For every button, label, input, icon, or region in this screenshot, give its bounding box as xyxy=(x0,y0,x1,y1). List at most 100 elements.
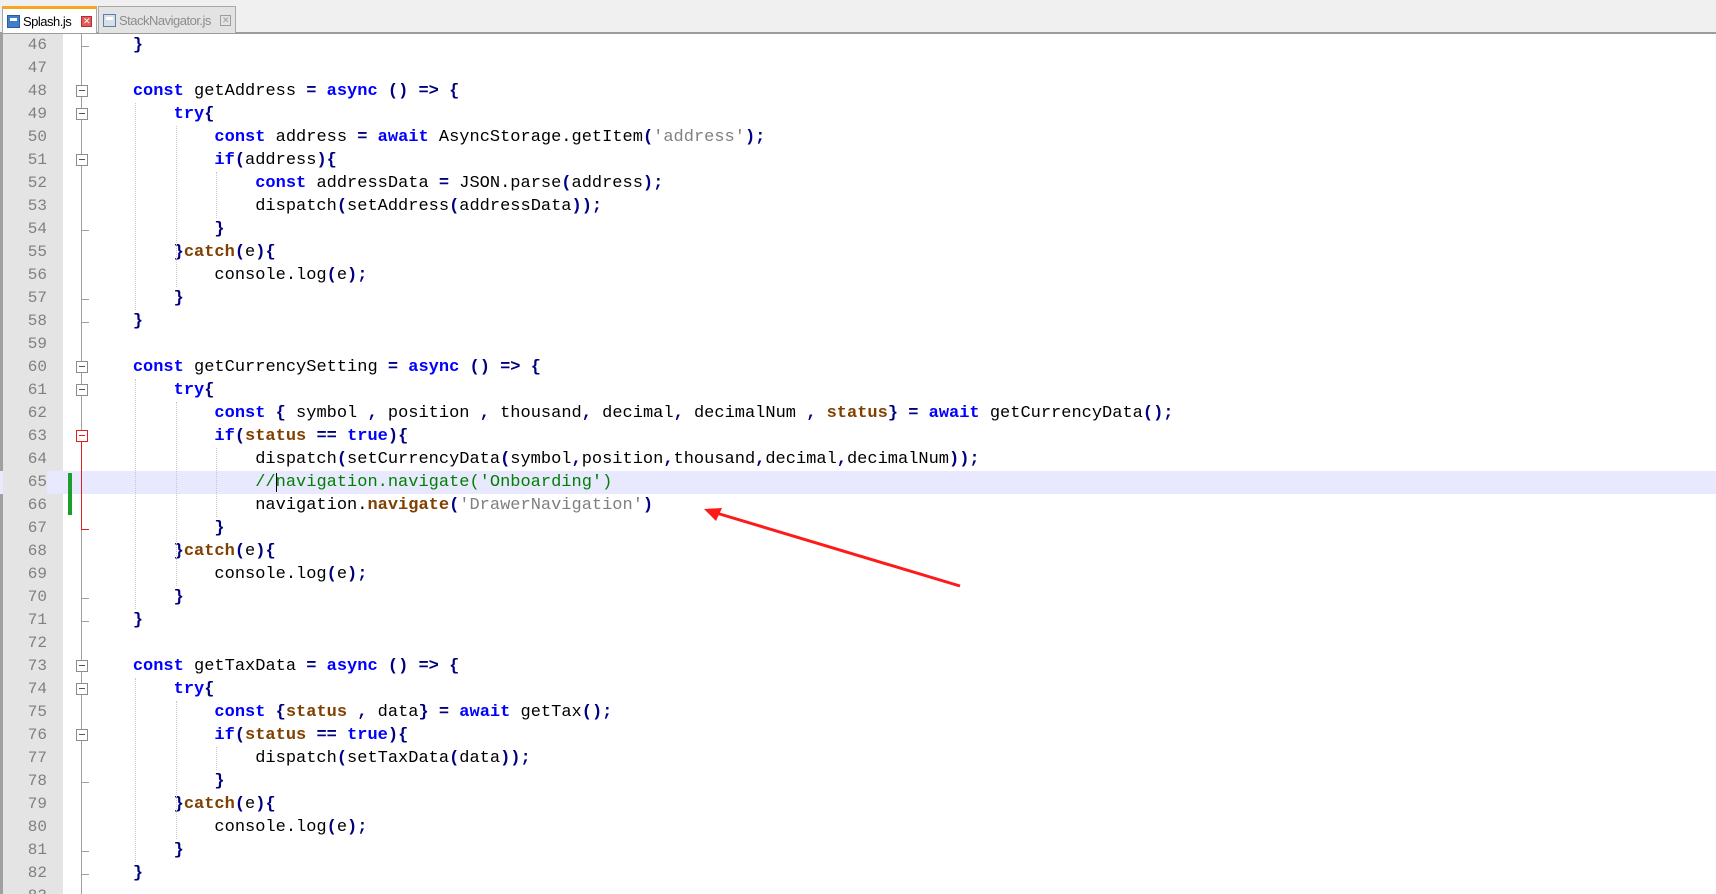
line-number: 54 xyxy=(27,220,47,238)
code-text[interactable]: const getTaxData = async () => { xyxy=(92,655,459,678)
fold-toggle-icon[interactable] xyxy=(76,430,88,442)
line-number: 77 xyxy=(27,749,47,767)
code-line[interactable]: 60 const getCurrencySetting = async () =… xyxy=(0,356,1716,379)
code-line[interactable]: 47 xyxy=(0,57,1716,80)
code-text[interactable]: console.log(e); xyxy=(92,816,367,839)
code-text[interactable]: console.log(e); xyxy=(92,264,367,287)
fold-toggle-icon[interactable] xyxy=(76,729,88,741)
code-text[interactable]: const getAddress = async () => { xyxy=(92,80,459,103)
code-line[interactable]: 49 try{ xyxy=(0,103,1716,126)
code-text[interactable]: if(address){ xyxy=(92,149,336,172)
code-text[interactable]: dispatch(setTaxData(data)); xyxy=(92,747,530,770)
code-text[interactable]: dispatch(setAddress(addressData)); xyxy=(92,195,602,218)
code-text[interactable]: console.log(e); xyxy=(92,563,367,586)
code-line[interactable]: 63 if(status == true){ xyxy=(0,425,1716,448)
code-line[interactable]: 58 } xyxy=(0,310,1716,333)
line-number: 75 xyxy=(27,703,47,721)
code-text[interactable]: } xyxy=(92,609,143,632)
code-line[interactable]: 69 console.log(e); xyxy=(0,563,1716,586)
code-line[interactable]: 57 } xyxy=(0,287,1716,310)
code-text[interactable]: const { symbol , position , thousand, de… xyxy=(92,402,1173,425)
fold-toggle-icon[interactable] xyxy=(76,384,88,396)
code-text[interactable]: const {status , data} = await getTax(); xyxy=(92,701,612,724)
code-text[interactable]: } xyxy=(92,862,143,885)
code-text[interactable]: if(status == true){ xyxy=(92,724,408,747)
code-text[interactable]: //navigation.navigate('Onboarding') xyxy=(92,471,612,494)
fold-toggle-icon[interactable] xyxy=(76,361,88,373)
fold-toggle-icon[interactable] xyxy=(76,85,88,97)
code-text[interactable]: } xyxy=(92,218,224,241)
code-line[interactable]: 65 //navigation.navigate('Onboarding') xyxy=(0,471,1716,494)
code-line[interactable]: 59 xyxy=(0,333,1716,356)
code-line[interactable]: 70 } xyxy=(0,586,1716,609)
code-text[interactable]: } xyxy=(92,287,184,310)
code-line[interactable]: 51 if(address){ xyxy=(0,149,1716,172)
code-line[interactable]: 54 } xyxy=(0,218,1716,241)
code-line[interactable]: 67 } xyxy=(0,517,1716,540)
code-line[interactable]: 73 const getTaxData = async () => { xyxy=(0,655,1716,678)
code-line[interactable]: 48 const getAddress = async () => { xyxy=(0,80,1716,103)
code-line[interactable]: 55 }catch(e){ xyxy=(0,241,1716,264)
code-line[interactable]: 62 const { symbol , position , thousand,… xyxy=(0,402,1716,425)
code-line[interactable]: 78 } xyxy=(0,770,1716,793)
code-line[interactable]: 76 if(status == true){ xyxy=(0,724,1716,747)
fold-toggle-icon[interactable] xyxy=(76,154,88,166)
code-line[interactable]: 71 } xyxy=(0,609,1716,632)
code-line[interactable]: 75 const {status , data} = await getTax(… xyxy=(0,701,1716,724)
close-icon[interactable]: ✕ xyxy=(81,15,92,27)
code-line[interactable]: 80 console.log(e); xyxy=(0,816,1716,839)
code-text[interactable]: }catch(e){ xyxy=(92,540,276,563)
code-line[interactable]: 52 const addressData = JSON.parse(addres… xyxy=(0,172,1716,195)
tab-stack-navigator-js[interactable]: StackNavigator.js ✕ xyxy=(98,6,236,33)
code-line[interactable]: 53 dispatch(setAddress(addressData)); xyxy=(0,195,1716,218)
code-editor[interactable]: 46 } 47 48 const getAddress = async () => … xyxy=(0,34,1716,894)
active-fold-line xyxy=(81,442,82,529)
code-text[interactable]: try{ xyxy=(92,103,215,126)
indent-guide xyxy=(175,126,177,287)
line-number: 64 xyxy=(27,450,47,468)
line-number: 69 xyxy=(27,565,47,583)
code-text[interactable]: const addressData = JSON.parse(address); xyxy=(92,172,663,195)
line-number: 80 xyxy=(27,818,47,836)
code-line[interactable]: 83 xyxy=(0,885,1716,894)
close-icon[interactable]: ✕ xyxy=(220,14,231,26)
code-line[interactable]: 79 }catch(e){ xyxy=(0,793,1716,816)
code-text[interactable]: } xyxy=(92,310,143,333)
code-line[interactable]: 77 dispatch(setTaxData(data)); xyxy=(0,747,1716,770)
indent-guide xyxy=(134,678,136,862)
line-number: 50 xyxy=(27,128,47,146)
code-line[interactable]: 81 } xyxy=(0,839,1716,862)
line-number: 66 xyxy=(27,496,47,514)
fold-toggle-icon[interactable] xyxy=(76,108,88,120)
fold-end-marker xyxy=(81,529,89,530)
code-line[interactable]: 46 } xyxy=(0,34,1716,57)
line-number: 49 xyxy=(27,105,47,123)
code-text[interactable]: } xyxy=(92,34,143,57)
code-text[interactable]: if(status == true){ xyxy=(92,425,408,448)
code-text[interactable]: } xyxy=(92,839,184,862)
code-line[interactable]: 50 const address = await AsyncStorage.ge… xyxy=(0,126,1716,149)
code-text[interactable]: try{ xyxy=(92,379,215,402)
code-text[interactable]: }catch(e){ xyxy=(92,241,276,264)
code-text[interactable]: dispatch(setCurrencyData(symbol,position… xyxy=(92,448,979,471)
code-line[interactable]: 82 } xyxy=(0,862,1716,885)
code-line[interactable]: 61 try{ xyxy=(0,379,1716,402)
code-text[interactable]: } xyxy=(92,586,184,609)
code-line[interactable]: 56 console.log(e); xyxy=(0,264,1716,287)
code-text[interactable]: const getCurrencySetting = async () => { xyxy=(92,356,541,379)
fold-toggle-icon[interactable] xyxy=(76,660,88,672)
code-text[interactable]: } xyxy=(92,517,224,540)
code-text[interactable]: }catch(e){ xyxy=(92,793,276,816)
code-line[interactable]: 68 }catch(e){ xyxy=(0,540,1716,563)
tab-splash-js[interactable]: Splash.js ✕ xyxy=(2,6,97,33)
code-text[interactable]: } xyxy=(92,770,224,793)
code-line[interactable]: 74 try{ xyxy=(0,678,1716,701)
line-number: 71 xyxy=(27,611,47,629)
line-number: 67 xyxy=(27,519,47,537)
code-line[interactable]: 64 dispatch(setCurrencyData(symbol,posit… xyxy=(0,448,1716,471)
code-line[interactable]: 72 xyxy=(0,632,1716,655)
fold-toggle-icon[interactable] xyxy=(76,683,88,695)
code-line[interactable]: 66 navigation.navigate('DrawerNavigation… xyxy=(0,494,1716,517)
code-text[interactable]: const address = await AsyncStorage.getIt… xyxy=(92,126,765,149)
code-text[interactable]: try{ xyxy=(92,678,215,701)
